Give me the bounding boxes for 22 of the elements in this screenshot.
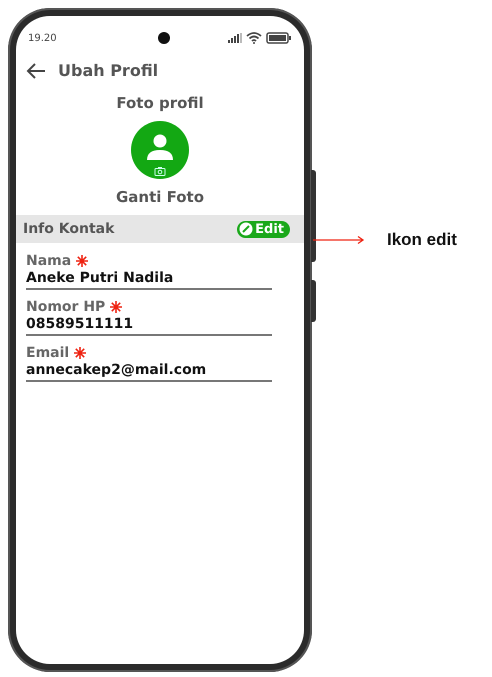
signal-icon xyxy=(228,33,242,43)
input-field[interactable]: Aneke Putri Nadila xyxy=(26,269,272,290)
field-label: Nomor HP xyxy=(26,299,106,315)
camera-icon xyxy=(154,166,166,176)
back-arrow-icon xyxy=(26,62,46,78)
leader-arrow xyxy=(313,235,365,245)
wifi-icon xyxy=(246,32,262,44)
field-label: Email xyxy=(26,345,70,361)
profile-photo-heading: Foto profil xyxy=(116,94,204,112)
battery-icon xyxy=(266,32,292,44)
annotation-label: Ikon edit xyxy=(387,230,457,250)
pencil-icon xyxy=(239,222,254,236)
change-photo-link[interactable]: Ganti Foto xyxy=(116,188,204,206)
input-field[interactable]: annecakep2@mail.com xyxy=(26,361,272,382)
person-silhouette-icon xyxy=(146,134,174,160)
page-title: Ubah Profil xyxy=(58,61,158,80)
section-title: Info Kontak xyxy=(23,221,114,237)
front-camera xyxy=(158,32,170,44)
status-time: 19.20 xyxy=(28,32,57,44)
back-button[interactable] xyxy=(26,62,46,78)
input-field[interactable]: 08589511111 xyxy=(26,315,272,336)
field-label: Nama xyxy=(26,253,72,269)
